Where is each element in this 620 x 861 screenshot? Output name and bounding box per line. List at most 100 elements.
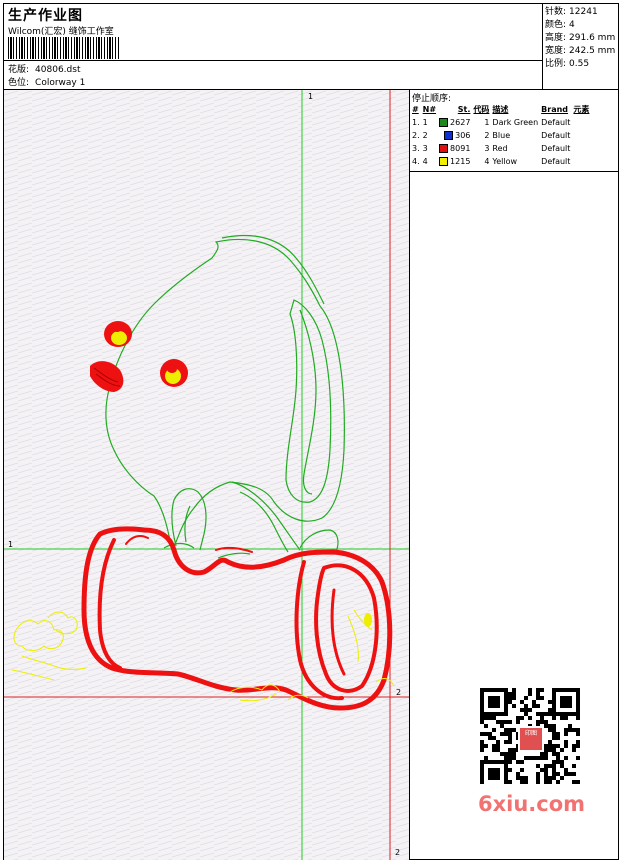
cell-brand-text: Default xyxy=(541,131,571,140)
cell-element xyxy=(573,129,592,142)
cell-brand-text: Default xyxy=(541,118,571,127)
embroidery-design xyxy=(4,90,409,860)
cell-description-text: Red xyxy=(492,144,508,153)
cell-index-text: 2. xyxy=(412,131,420,140)
cell-code-text: 1 xyxy=(484,118,490,127)
col-header: 描述 xyxy=(492,105,509,114)
color-swatch xyxy=(444,131,454,140)
stat-value: 4 xyxy=(569,20,575,30)
cell-needle-text: 2 xyxy=(422,131,428,140)
cell-stitches-text: 1215 xyxy=(450,157,471,166)
cell-description-text: Dark Green xyxy=(492,118,539,127)
cell-code: 1 xyxy=(473,116,492,129)
table-row[interactable]: 1. 1 2627 1 Dark Green Default xyxy=(412,116,592,129)
design-file-value: 40806.dst xyxy=(35,65,81,75)
cell-index-text: 3. xyxy=(412,144,420,153)
cell-needle: 2 xyxy=(423,129,439,142)
cell-index: 1. xyxy=(412,116,423,129)
header-divider xyxy=(4,60,542,61)
stat-label: 针数: xyxy=(545,7,567,17)
stat-label: 比例: xyxy=(545,59,567,69)
cell-description-text: Blue xyxy=(492,131,511,140)
stat-scale: 比例: 0.55 xyxy=(545,58,618,71)
axis-label-h-red: 2 xyxy=(396,688,402,697)
cell-needle: 3 xyxy=(423,142,439,155)
cell-element xyxy=(573,142,592,155)
cell-brand: Default xyxy=(541,116,573,129)
cell-code: 2 xyxy=(473,129,492,142)
cell-index: 4. xyxy=(412,155,423,168)
col-header: St. xyxy=(457,105,471,114)
colorway-label: 色位: xyxy=(8,78,30,88)
col-header: 元素 xyxy=(573,105,590,114)
stat-height: 高度: 291.6 mm xyxy=(545,32,618,45)
cell-index-text: 4. xyxy=(412,157,420,166)
colorway-row: 色位: Colorway 1 xyxy=(8,75,85,88)
color-swatch xyxy=(439,157,449,166)
cell-brand: Default xyxy=(541,155,573,168)
cell-needle-text: 3 xyxy=(422,144,428,153)
stat-label: 高度: xyxy=(545,33,567,43)
stat-value: 291.6 mm xyxy=(569,33,616,43)
cell-index: 2. xyxy=(412,129,423,142)
cell-code-text: 3 xyxy=(484,144,490,153)
cell-brand: Default xyxy=(541,142,573,155)
mouth xyxy=(90,361,124,392)
yellow-accent xyxy=(364,613,372,627)
cell-description: Red xyxy=(492,142,541,155)
stat-value: 242.5 mm xyxy=(569,46,616,56)
sheet-title: 生产作业图 xyxy=(8,8,83,24)
colorway-value: Colorway 1 xyxy=(35,78,86,88)
table-row[interactable]: 2. 2 306 2 Blue Default xyxy=(412,129,592,142)
eye-left xyxy=(104,321,132,347)
design-file-row: 花版: 40806.dst xyxy=(8,62,80,75)
col-header: N# xyxy=(422,105,437,114)
cell-needle: 1 xyxy=(423,116,439,129)
col-header: 代码 xyxy=(473,105,490,114)
stat-value: 0.55 xyxy=(569,59,590,69)
cell-stitches: 306 xyxy=(439,129,473,142)
eye-right xyxy=(160,359,188,387)
production-sheet: 生产作业图 Wilcom(汇宏) 缝饰工作室 花版: 40806.dst 色位: C… xyxy=(3,3,619,860)
axis-label-v-green: 1 xyxy=(308,92,314,101)
cell-code: 4 xyxy=(473,155,492,168)
stats-panel: 针数: 12241 颜色: 4 高度: 291.6 mm 宽度: 242.5 mm 比例… xyxy=(542,4,618,90)
cell-element xyxy=(573,116,592,129)
cell-needle-text: 1 xyxy=(422,118,428,127)
cell-needle: 4 xyxy=(423,155,439,168)
cell-description-text: Yellow xyxy=(492,157,518,166)
sheet-header: 生产作业图 Wilcom(汇宏) 缝饰工作室 花版: 40806.dst 色位: C… xyxy=(4,4,618,90)
log-outline xyxy=(81,526,393,711)
company-name: Wilcom(汇宏) 缝饰工作室 xyxy=(8,27,114,37)
cell-code-text: 4 xyxy=(484,157,490,166)
header-info: 生产作业图 Wilcom(汇宏) 缝饰工作室 花版: 40806.dst 色位: C… xyxy=(4,4,542,90)
stat-label: 宽度: xyxy=(545,46,567,56)
cell-stitches-text: 306 xyxy=(455,131,471,140)
cell-code-text: 2 xyxy=(484,131,490,140)
cell-description: Yellow xyxy=(492,155,541,168)
color-swatch xyxy=(439,118,449,127)
cell-brand-text: Default xyxy=(541,157,571,166)
cell-code: 3 xyxy=(473,142,492,155)
cell-index: 3. xyxy=(412,142,423,155)
design-file-label: 花版: xyxy=(8,65,30,75)
col-header: # xyxy=(412,105,419,114)
cell-needle-text: 4 xyxy=(422,157,428,166)
stop-sequence-section: 停止顺序: # N# St. 代码 描述 Brand 元素 1. 1 2627 1 Da… xyxy=(410,90,618,172)
stat-label: 颜色: xyxy=(545,20,567,30)
red-seal-logo: 印图 xyxy=(518,726,544,752)
cell-element xyxy=(573,155,592,168)
stat-stitches: 针数: 12241 xyxy=(545,6,618,19)
table-row[interactable]: 3. 3 8091 3 Red Default xyxy=(412,142,592,155)
barcode xyxy=(8,37,120,59)
design-canvas[interactable]: 1 1 2 2 xyxy=(4,90,409,860)
cell-stitches-text: 2627 xyxy=(450,118,471,127)
color-swatch xyxy=(439,144,449,153)
cell-stitches-text: 8091 xyxy=(450,144,471,153)
qr-code: 印图 xyxy=(474,684,586,788)
cell-description: Blue xyxy=(492,129,541,142)
stat-width: 宽度: 242.5 mm xyxy=(545,45,618,58)
table-row[interactable]: 4. 4 1215 4 Yellow Default xyxy=(412,155,592,168)
cell-index-text: 1. xyxy=(412,118,420,127)
axis-label-h-green: 1 xyxy=(8,540,14,549)
